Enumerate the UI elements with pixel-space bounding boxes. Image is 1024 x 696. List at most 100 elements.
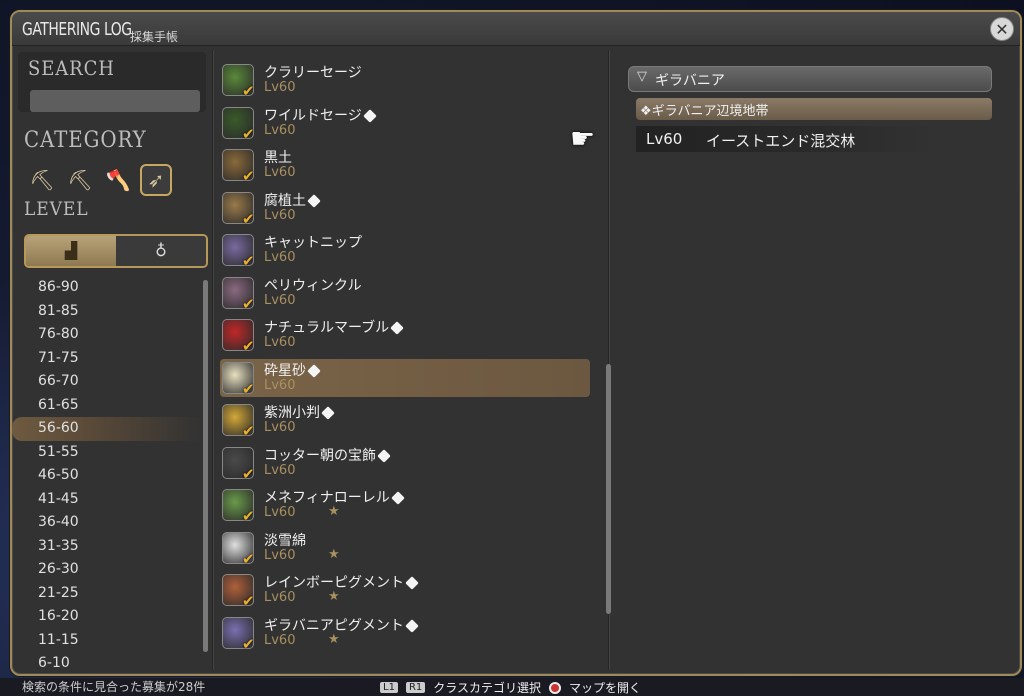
search-section: SEARCH — [18, 52, 206, 112]
level-range-item[interactable]: 71-75 — [12, 347, 202, 371]
item-row[interactable]: ✔ 腐植土 Lv60 — [218, 188, 604, 231]
hidden-item-icon — [362, 108, 377, 123]
item-row[interactable]: ✔ キャットニップ Lv60 — [218, 230, 604, 273]
item-name-text: クラリーセージ — [264, 65, 362, 81]
item-name: コッター朝の宝飾 — [264, 445, 391, 465]
category-icons: ⛏ ⛏ 🪓 ➶ — [26, 164, 172, 196]
item-name-text: 紫洲小判 — [264, 405, 320, 421]
level-scrollbar[interactable] — [203, 280, 208, 652]
hint-open-map: マップを開く — [569, 681, 642, 695]
item-name: 腐植土 — [264, 190, 321, 210]
checkmark-icon: ✔ — [242, 634, 255, 653]
hidden-item-icon — [390, 321, 404, 335]
item-name: 淡雪綿 — [264, 530, 306, 550]
hidden-item-icon — [377, 448, 391, 463]
item-level: Lv60 — [264, 547, 296, 563]
stairs-icon[interactable]: ▟ — [26, 236, 116, 266]
item-level: Lv60 — [264, 377, 296, 393]
hidden-item-icon — [307, 193, 321, 208]
subregion-header[interactable]: ❖ギラバニア辺境地帯 — [636, 98, 992, 120]
pickaxe-icon[interactable]: ⛏ — [26, 164, 58, 196]
item-row[interactable]: ✔ ギラバニアピグメント Lv60 ★ — [218, 613, 604, 656]
star-icon: ★ — [328, 504, 340, 519]
level-range-item[interactable]: 51-55 — [12, 441, 202, 465]
level-range-item[interactable]: 61-65 — [12, 394, 202, 418]
item-level: Lv60 — [264, 207, 296, 223]
item-name: 砕星砂 — [264, 360, 321, 380]
level-range-item[interactable]: 46-50 — [12, 464, 202, 488]
item-level: Lv60 — [264, 505, 296, 520]
level-range-item[interactable]: 16-20 — [12, 605, 202, 629]
bottom-bar: 検索の条件に見合った募集が28件 L1 R1 クラスカテゴリ選択 マップを開く — [0, 678, 1024, 696]
sickle-icon[interactable]: ➶ — [140, 164, 172, 196]
item-level: Lv60 — [264, 292, 296, 308]
divider — [212, 50, 214, 670]
level-range-item[interactable]: 31-35 — [12, 535, 202, 559]
item-name-text: メネフィナローレル — [264, 490, 390, 506]
item-name-text: 黒土 — [264, 150, 292, 166]
item-row[interactable]: ✔ 黒土 Lv60 — [218, 145, 604, 188]
item-level: Lv60 — [264, 462, 296, 478]
star-icon: ★ — [328, 546, 340, 562]
item-name-text: 淡雪綿 — [264, 532, 306, 549]
r1-button-icon: R1 — [405, 682, 426, 693]
location-panel: ▽ ギラバニア ❖ギラバニア辺境地帯 Lv60 イーストエンド混交林 — [622, 60, 1014, 660]
level-range-item[interactable]: 36-40 — [12, 511, 202, 535]
item-level: Lv60 — [264, 420, 296, 435]
bag-icon[interactable]: ♁ — [116, 236, 206, 266]
item-row[interactable]: ✔ 淡雪綿 Lv60 ★ — [218, 528, 604, 571]
level-range-item[interactable]: 56-60 — [12, 417, 202, 441]
item-row[interactable]: ✔ 砕星砂 Lv60 — [218, 358, 604, 401]
circle-button-icon — [549, 681, 562, 694]
level-toggle: ▟ ♁ — [24, 234, 208, 268]
checkmark-icon: ✔ — [242, 592, 255, 610]
item-name: レインボーピグメント — [264, 572, 419, 592]
level-range-item[interactable]: 11-15 — [12, 629, 202, 653]
item-row[interactable]: ✔ 紫洲小判 Lv60 — [218, 400, 604, 443]
item-row[interactable]: ✔ レインボーピグメント Lv60 ★ — [218, 570, 604, 613]
item-level: Lv60 — [264, 250, 296, 265]
item-scrollbar[interactable] — [606, 364, 611, 614]
hatchet-icon[interactable]: 🪓 — [102, 164, 134, 196]
item-name-text: コッター朝の宝飾 — [264, 447, 376, 464]
checkmark-icon: ✔ — [242, 209, 255, 228]
pickaxe-icon[interactable]: ⛏ — [64, 164, 96, 196]
hint-class-category: クラスカテゴリ選択 — [433, 681, 542, 695]
level-range-item[interactable]: 81-85 — [12, 300, 202, 324]
checkmark-icon: ✔ — [242, 549, 255, 568]
item-row[interactable]: ✔ ペリウィンクル Lv60 — [218, 273, 604, 316]
hidden-item-icon — [321, 406, 335, 420]
area-name: イーストエンド混交林 — [706, 132, 856, 150]
search-input[interactable] — [30, 90, 200, 112]
gathering-log-window: GATHERING LOG 採集手帳 ✕ SEARCH CATEGORY ⛏ ⛏… — [10, 10, 1022, 676]
level-range-item[interactable]: 41-45 — [12, 488, 202, 512]
level-range-item[interactable]: 6-10 — [12, 652, 202, 674]
level-range-list: 86-90 81-85 76-80 71-75 66-70 61-65 56-60 51-55… — [12, 276, 202, 674]
item-row[interactable]: ✔ クラリーセージ Lv60 — [218, 60, 604, 103]
item-row[interactable]: ✔ ワイルドセージ Lv60 — [218, 103, 604, 146]
hidden-item-icon — [307, 363, 321, 378]
hidden-item-icon — [405, 576, 419, 590]
item-name: 紫洲小判 — [264, 402, 335, 422]
star-icon: ★ — [328, 631, 340, 647]
item-row[interactable]: ✔ ナチュラルマーブル Lv60 — [218, 315, 604, 358]
item-level: Lv60 — [264, 165, 296, 180]
level-range-item[interactable]: 76-80 — [12, 323, 202, 347]
level-range-item[interactable]: 66-70 — [12, 370, 202, 394]
item-name: 黒土 — [264, 147, 292, 167]
area-row[interactable]: Lv60 イーストエンド混交林 — [636, 126, 936, 152]
search-label: SEARCH — [28, 56, 115, 80]
item-level: Lv60 — [264, 632, 296, 648]
level-range-item[interactable]: 26-30 — [12, 558, 202, 582]
item-row[interactable]: ✔ メネフィナローレル Lv60 ★ — [218, 485, 604, 528]
level-range-item[interactable]: 86-90 — [12, 276, 202, 300]
close-icon[interactable]: ✕ — [990, 17, 1014, 41]
item-level: Lv60 — [264, 80, 296, 95]
region-header[interactable]: ▽ ギラバニア — [628, 66, 992, 92]
item-name: ペリウィンクル — [264, 275, 362, 295]
item-row[interactable]: ✔ コッター朝の宝飾 Lv60 — [218, 443, 604, 486]
scrollbar-thumb[interactable] — [203, 280, 208, 652]
level-range-item[interactable]: 21-25 — [12, 582, 202, 606]
item-name-text: ワイルドセージ — [264, 107, 362, 124]
checkmark-icon: ✔ — [242, 337, 255, 355]
